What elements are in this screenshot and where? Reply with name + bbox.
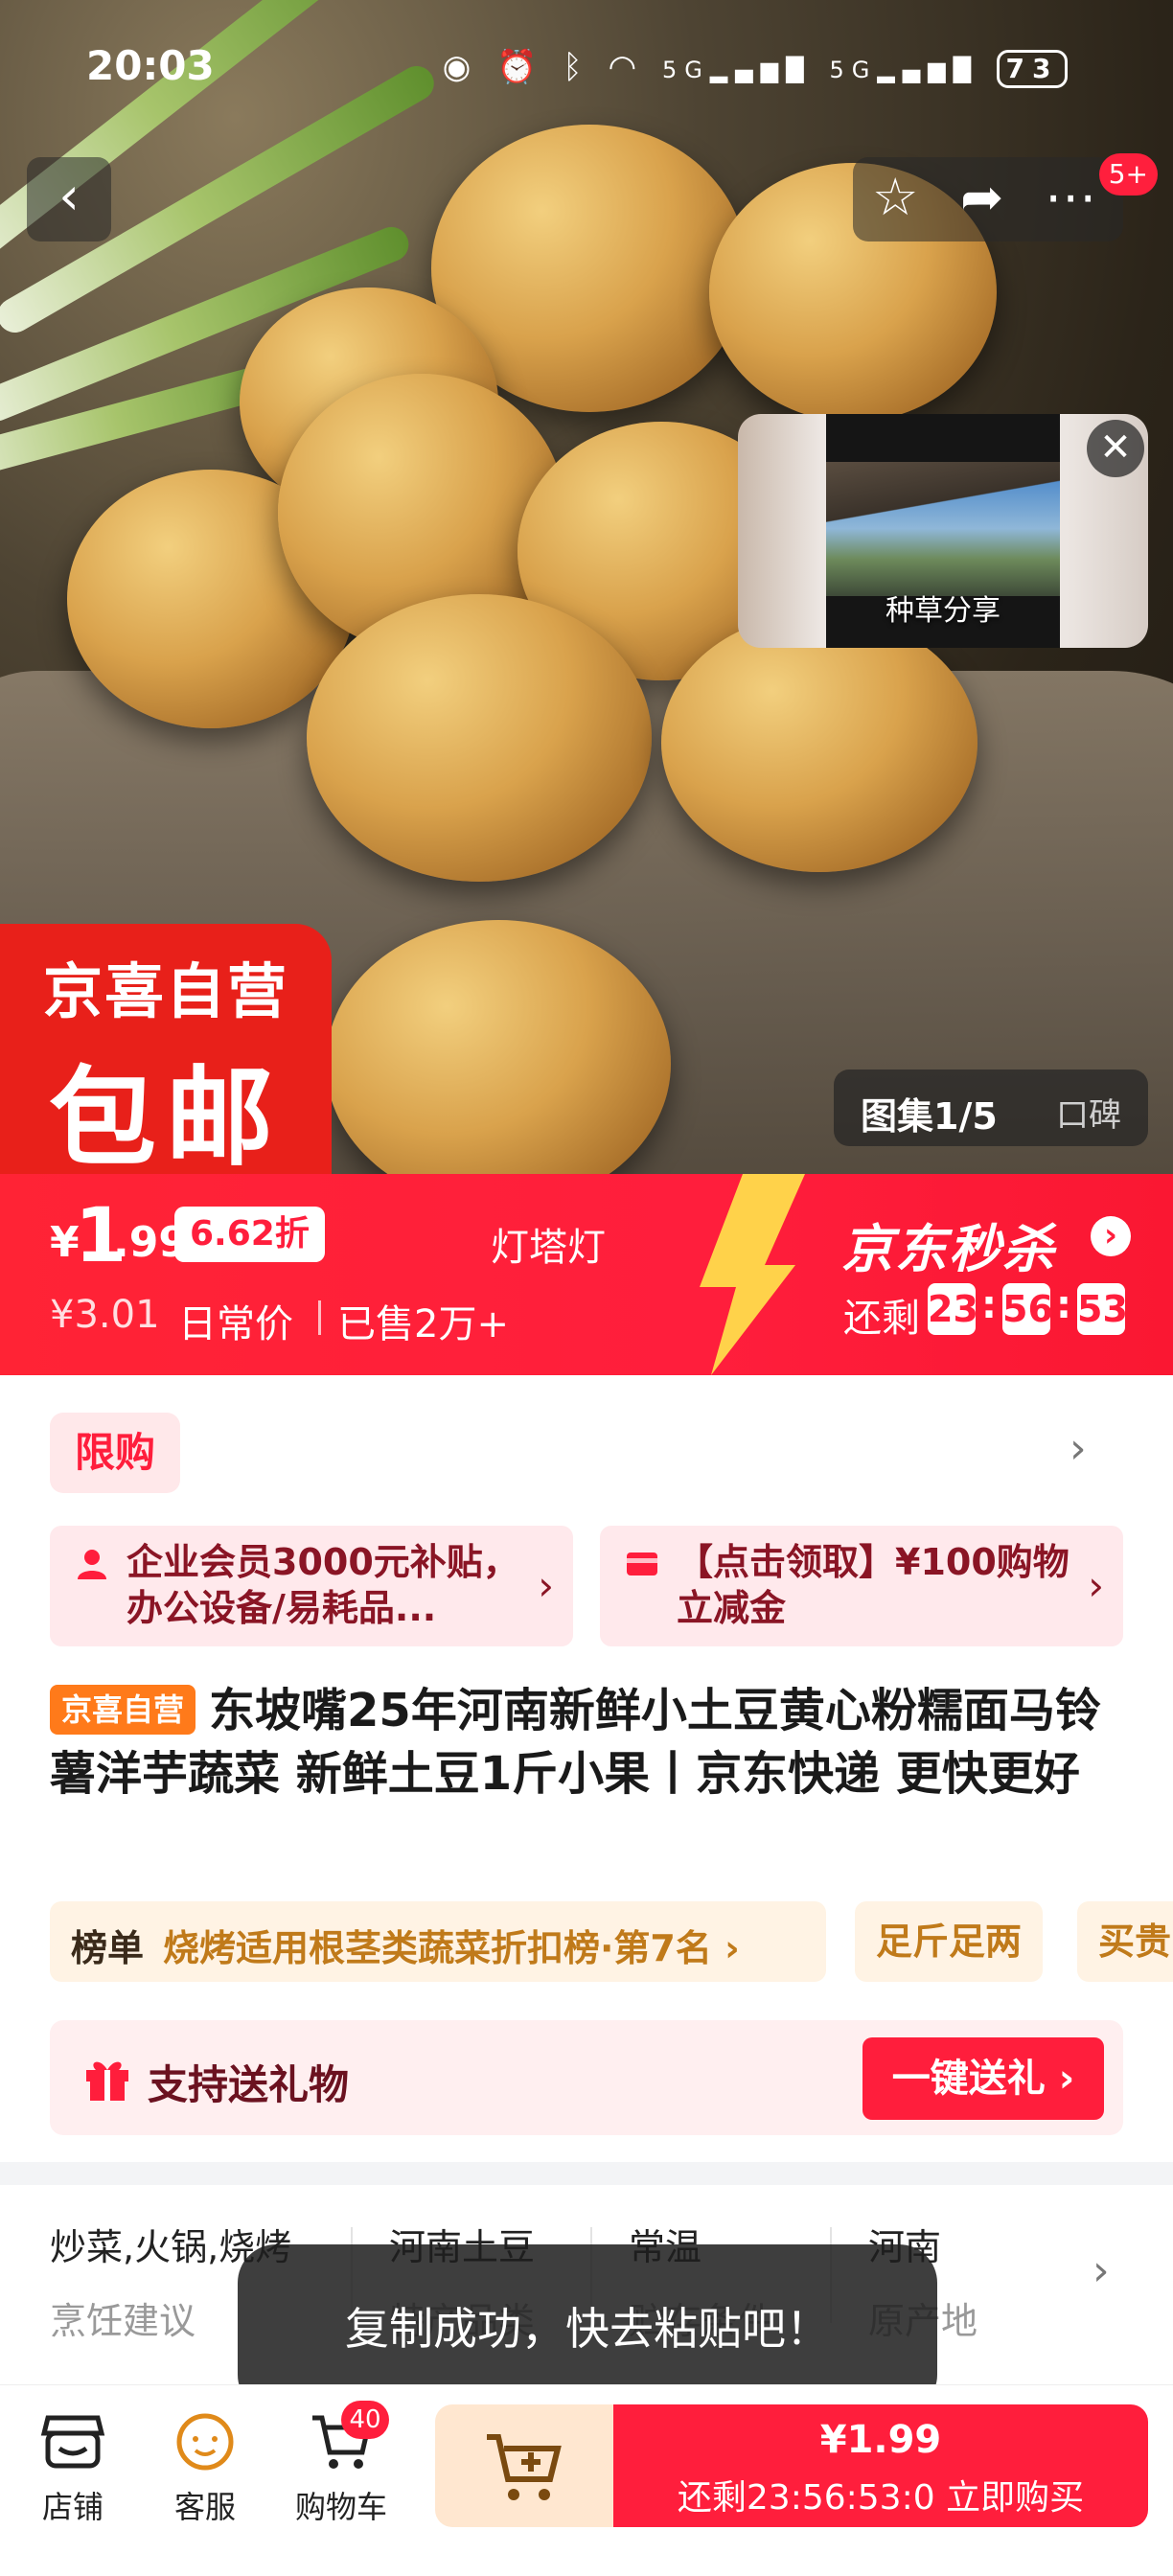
buy-label: 还剩23:56:53:0 立即购买 — [677, 2478, 1085, 2518]
feature-pill[interactable]: 足斤足两 — [855, 1901, 1044, 1982]
potato — [661, 613, 978, 872]
person-icon — [78, 1550, 106, 1579]
daily-price-label: 日常价 — [178, 1302, 293, 1346]
alarm-icon: ⏰ — [496, 48, 545, 86]
store-button[interactable]: 店铺 — [15, 2412, 130, 2527]
product-title: 京喜自营 东坡嘴25年河南新鲜小土豆黄心粉糯面马铃薯洋芋蔬菜 新鲜土豆1斤小果丨京… — [50, 1679, 1142, 1806]
close-icon: ✕ — [1099, 426, 1132, 470]
close-video-button[interactable]: ✕ — [1087, 420, 1144, 477]
original-price: ¥3.01 — [50, 1293, 160, 1337]
countdown-minutes: 56 — [1002, 1283, 1053, 1335]
signal-5g-icon: 5G▂▄▆█ — [661, 57, 812, 83]
sold-count: 已售2万+ — [337, 1302, 509, 1346]
coupon-promo[interactable]: 【点击领取】¥100购物立减金 › — [600, 1526, 1123, 1646]
customer-service-button[interactable]: 客服 — [148, 2412, 263, 2527]
buy-now-button[interactable]: ¥1.99 还剩23:56:53:0 立即购买 — [613, 2404, 1148, 2527]
chevron-right-icon[interactable]: › — [1070, 1424, 1087, 1473]
limit-purchase-tag[interactable]: 限购 — [50, 1413, 180, 1493]
signal-5g-icon: 5G▂▄▆█ — [829, 57, 979, 83]
jd-flash-sale-link[interactable]: 京东秒杀 — [841, 1207, 1056, 1282]
feature-pill[interactable]: 买贵 — [1077, 1901, 1173, 1982]
add-to-cart-icon — [487, 2434, 562, 2500]
enterprise-member-promo[interactable]: 企业会员3000元补贴，办公设备/易耗品... › — [50, 1526, 573, 1646]
countdown-colon: : — [1056, 1283, 1071, 1327]
tab-gallery[interactable]: 图集1/5 — [861, 1087, 998, 1139]
divider — [318, 1300, 321, 1335]
bluetooth-icon: ᛒ — [563, 48, 590, 86]
eye-icon: ◉ — [442, 48, 479, 86]
store-icon — [40, 2415, 105, 2469]
chevron-right-icon: › — [1088, 1562, 1104, 1609]
product-title-text: 东坡嘴25年河南新鲜小土豆黄心粉糯面马铃薯洋芋蔬菜 新鲜土豆1斤小果丨京东快递 … — [50, 1684, 1101, 1801]
battery-icon: 73 — [997, 49, 1068, 88]
potato — [307, 594, 652, 882]
countdown-hours: 23 — [928, 1283, 978, 1335]
add-to-cart-button[interactable] — [435, 2404, 613, 2527]
store-tag: 京喜自营 — [50, 1685, 196, 1735]
flash-sale-price-bar: ¥ 1 .99 6.62折 灯塔灯 ¥3.01 日常价 已售2万+ 京东秒杀 ›… — [0, 1174, 1173, 1375]
video-frame-wing — [826, 462, 1060, 529]
badge-line-1: 京喜自营 — [42, 956, 288, 1026]
ranking-text: 烧烤适用根茎类蔬菜折扣榜·第7名 › — [163, 1927, 740, 1969]
bottom-action-bar: 店铺 客服 购物车 40 ¥1.99 还剩23:56:53:0 立即购买 — [0, 2384, 1173, 2576]
chevron-right-icon[interactable]: › — [1091, 1216, 1131, 1256]
discount-badge: 6.62折 — [174, 1207, 325, 1262]
badge-line-2: 包邮 — [49, 1056, 283, 1174]
send-gift-button[interactable]: 一键送礼 › — [862, 2037, 1104, 2120]
wifi-icon: ◠ — [608, 48, 645, 86]
star-icon[interactable]: ☆ — [872, 167, 918, 227]
gallery-tabs: 图集1/5 口碑 — [834, 1070, 1148, 1146]
share-icon[interactable]: ➦ — [960, 167, 1003, 227]
cart-label: 购物车 — [294, 2489, 387, 2525]
store-label: 店铺 — [41, 2489, 104, 2525]
chevron-left-icon: ‹ — [58, 166, 80, 226]
header-actions: ☆ ➦ ⋯ — [853, 157, 1123, 242]
buy-price: ¥1.99 — [819, 2418, 942, 2462]
status-icons: ◉ ⏰ ᛒ ◠ 5G▂▄▆█ 5G▂▄▆█ 73 — [443, 48, 1068, 88]
ranking-badge[interactable]: 榜单 烧烤适用根茎类蔬菜折扣榜·第7名 › — [50, 1901, 826, 1982]
lightning-icon — [700, 1174, 805, 1375]
lighthouse-label: 灯塔灯 — [491, 1226, 606, 1270]
back-button[interactable]: ‹ — [27, 157, 111, 242]
ranking-label: 榜单 — [71, 1927, 145, 1969]
more-icon[interactable]: ⋯ — [1045, 167, 1098, 227]
countdown-colon: : — [981, 1283, 997, 1327]
product-image-carousel[interactable]: 20:03 ◉ ⏰ ᛒ ◠ 5G▂▄▆█ 5G▂▄▆█ 73 ‹ ☆ ➦ ⋯ 5… — [0, 0, 1173, 1174]
gift-support-row: 支持送礼物 一键送礼 › — [50, 2020, 1123, 2135]
chevron-right-icon: › — [1092, 2246, 1110, 2295]
enterprise-promo-text: 企业会员3000元补贴，办公设备/易耗品... — [126, 1541, 519, 1629]
tab-reviews[interactable]: 口碑 — [1056, 1089, 1121, 1136]
section-divider — [0, 2162, 1173, 2185]
coupon-promo-text: 【点击领取】¥100购物立减金 — [677, 1541, 1070, 1629]
service-label: 客服 — [173, 2489, 236, 2525]
chevron-right-icon: › — [538, 1562, 554, 1609]
gift-support-label: 支持送礼物 — [148, 2061, 350, 2108]
gift-icon — [86, 2061, 128, 2101]
cart-count-badge: 40 — [341, 2401, 389, 2439]
customer-service-icon — [176, 2413, 234, 2471]
countdown-label: 还剩 — [843, 1297, 920, 1341]
more-badge: 5+ — [1098, 153, 1158, 196]
card-icon — [627, 1552, 657, 1576]
jingxi-self-operated-badge: 京喜自营 包邮 — [0, 924, 332, 1174]
countdown-seconds: 53 — [1077, 1283, 1128, 1335]
status-bar: 20:03 ◉ ⏰ ᛒ ◠ 5G▂▄▆█ 5G▂▄▆█ 73 — [0, 42, 1173, 96]
video-label: 种草分享 — [886, 594, 1000, 628]
status-time: 20:03 — [86, 42, 215, 89]
